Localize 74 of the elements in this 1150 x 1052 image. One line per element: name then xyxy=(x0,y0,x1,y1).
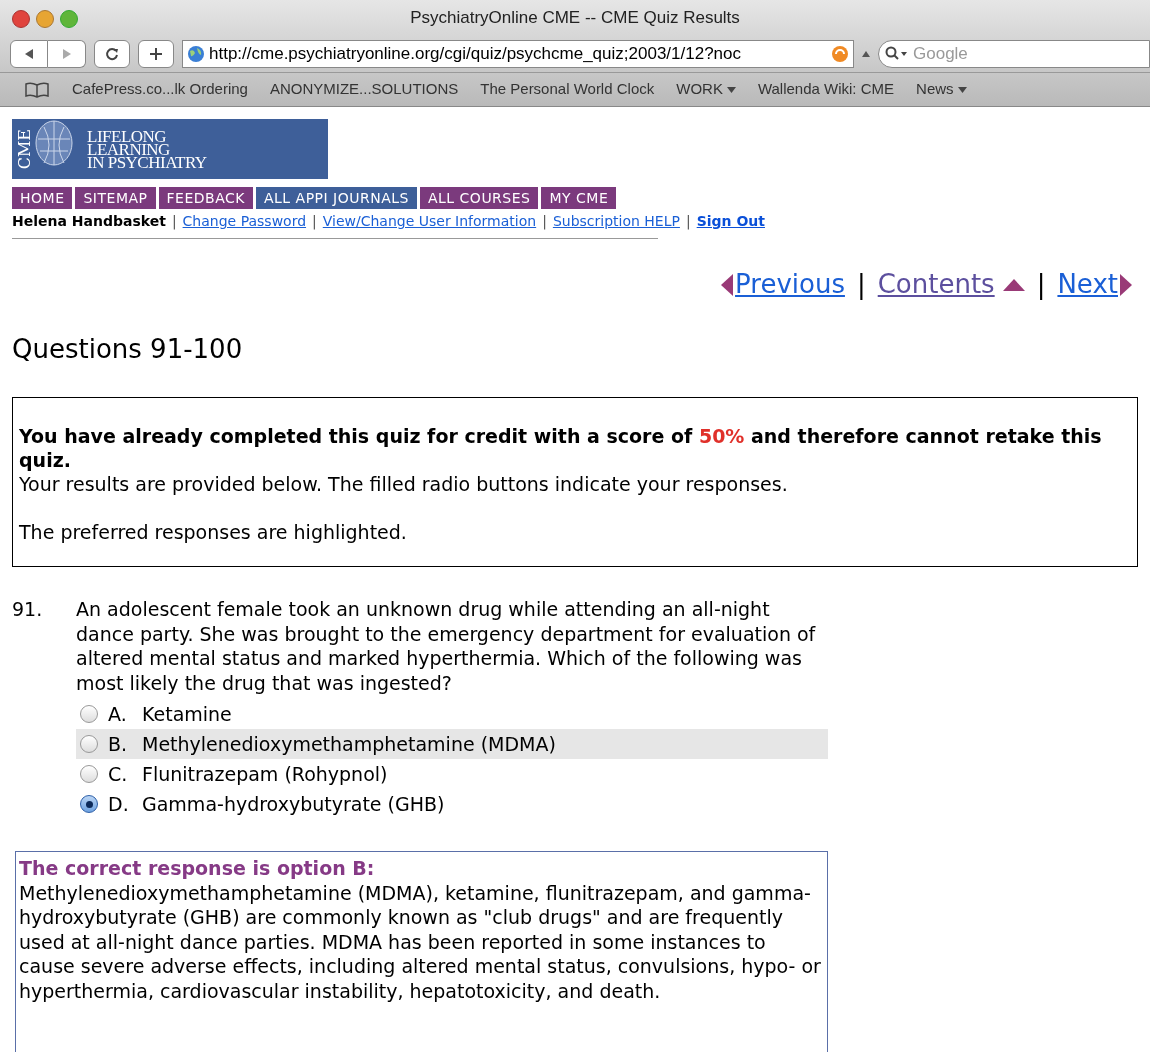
forward-button[interactable] xyxy=(48,40,86,68)
add-bookmark-button[interactable] xyxy=(138,40,174,68)
contents-link[interactable]: Contents xyxy=(877,265,1001,304)
globe-icon xyxy=(187,45,205,63)
reload-icon xyxy=(105,47,119,61)
window-title: PsychiatryOnline CME -- CME Quiz Results xyxy=(410,7,740,30)
separator: | xyxy=(171,212,177,232)
left-arrow-icon xyxy=(721,273,734,296)
question-text: An adolescent female took an unknown drug while attending an all-night dance party. She was brought to the emergency department for evaluation of altered mental status and marked hyperthermia. Which of the following was most likely the drug that was ingested? xyxy=(76,597,817,695)
nav-tab[interactable]: MY CME xyxy=(541,187,617,209)
minimize-button[interactable] xyxy=(36,10,54,28)
results-text: Your results are provided below. The filled radio buttons indicate your responses. xyxy=(19,472,789,496)
user-link[interactable]: Change Password xyxy=(182,211,307,232)
dropdown-icon xyxy=(726,86,736,93)
up-arrow-icon xyxy=(1002,278,1025,291)
nav-tab[interactable]: HOME xyxy=(12,187,73,209)
option-text: Gamma-hydroxybutyrate (GHB) xyxy=(142,791,445,817)
plus-icon xyxy=(149,47,163,61)
separator: | xyxy=(312,212,317,232)
nav-tab[interactable]: ALL COURSES xyxy=(419,187,539,209)
logo-mark: CME xyxy=(14,128,35,170)
logo-text: LEARNING xyxy=(87,142,170,156)
next-link[interactable]: Next xyxy=(1057,265,1118,304)
forward-arrow-icon xyxy=(60,48,73,60)
radio-button[interactable] xyxy=(80,705,98,723)
bookmark-menu[interactable]: News xyxy=(916,78,967,101)
question-number: 91. xyxy=(12,597,44,622)
notice-text: You have already completed this quiz for credit with a score of 50% and therefore cannot retake this quiz. xyxy=(19,424,1103,472)
user-link[interactable]: View/Change User Information xyxy=(322,211,537,232)
separator: | xyxy=(856,268,866,302)
address-field[interactable]: http://cme.psychiatryonline.org/cgi/quiz/psychcme_quiz;2003/1/12?noc xyxy=(182,40,854,68)
previous-link[interactable]: Previous xyxy=(735,265,845,304)
user-link[interactable]: Subscription HELP xyxy=(552,211,680,232)
separator: | xyxy=(685,212,691,232)
bookmark-menu[interactable]: WORK xyxy=(676,78,736,101)
dropdown-icon xyxy=(957,86,967,93)
book-icon[interactable] xyxy=(24,81,50,98)
url-text: http://cme.psychiatryonline.org/cgi/quiz/psychcme_quiz;2003/1/12?noc xyxy=(209,43,743,66)
close-button[interactable] xyxy=(12,10,30,28)
right-arrow-icon xyxy=(1120,273,1132,296)
separator: | xyxy=(1036,268,1046,302)
logo-text: LIFELONG xyxy=(87,129,167,143)
option-text: Ketamine xyxy=(142,701,232,727)
user-name: Helena Handbasket xyxy=(12,212,166,231)
search-field[interactable]: Google xyxy=(878,40,1150,68)
option-text: Methylenedioxymethamphetamine (MDMA) xyxy=(142,731,556,757)
option-text: Flunitrazepam (Rohypnol) xyxy=(142,761,388,787)
nav-tab[interactable]: ALL APPI JOURNALS xyxy=(255,187,417,209)
bookmark-item[interactable]: ANONYMIZE...SOLUTIONS xyxy=(269,78,459,101)
radio-button[interactable] xyxy=(80,795,98,813)
radio-button[interactable] xyxy=(80,735,98,753)
nav-tab[interactable]: FEEDBACK xyxy=(158,187,253,209)
bookmark-item[interactable]: CafePress.co...lk Ordering xyxy=(72,78,248,101)
caret-icon xyxy=(862,51,870,57)
reload-button[interactable] xyxy=(94,40,130,68)
logo-banner[interactable]: CME LIFELONG LEARNING IN PSYCHIATRY xyxy=(12,119,328,179)
page-heading: Questions 91-100 xyxy=(12,333,244,366)
rss-icon xyxy=(831,45,849,63)
separator: | xyxy=(542,212,547,232)
answer-title: The correct response is option B: xyxy=(19,856,376,881)
option-letter: B. xyxy=(108,731,129,757)
option-letter: D. xyxy=(108,791,130,817)
option-letter: A. xyxy=(108,701,128,727)
back-button[interactable] xyxy=(10,40,48,68)
bookmark-item[interactable]: The Personal World Clock xyxy=(480,78,655,101)
logo-text: IN PSYCHIATRY xyxy=(87,155,207,169)
answer-text: Methylenedioxymethamphetamine (MDMA), ketamine, flunitrazepam, and gamma-hydroxybutyrate (GHB) are commonly known as "club drugs" and are frequently used at all-night dance parties. MDMA has been reported in some instances to cause severe adverse effects, including altered mental status, convulsions, hypo- or hyperthermia, cardiovascular instability, hepatotoxicity, and death. xyxy=(19,880,822,1003)
bookmark-item[interactable]: Wallenda Wiki: CME xyxy=(757,78,895,101)
preferred-text: The preferred responses are highlighted. xyxy=(19,520,408,544)
back-arrow-icon xyxy=(23,48,35,60)
nav-tab[interactable]: SITEMAP xyxy=(75,187,156,209)
radio-button[interactable] xyxy=(80,765,98,783)
option-letter: C. xyxy=(108,761,129,787)
user-link[interactable]: Sign Out xyxy=(696,211,765,232)
